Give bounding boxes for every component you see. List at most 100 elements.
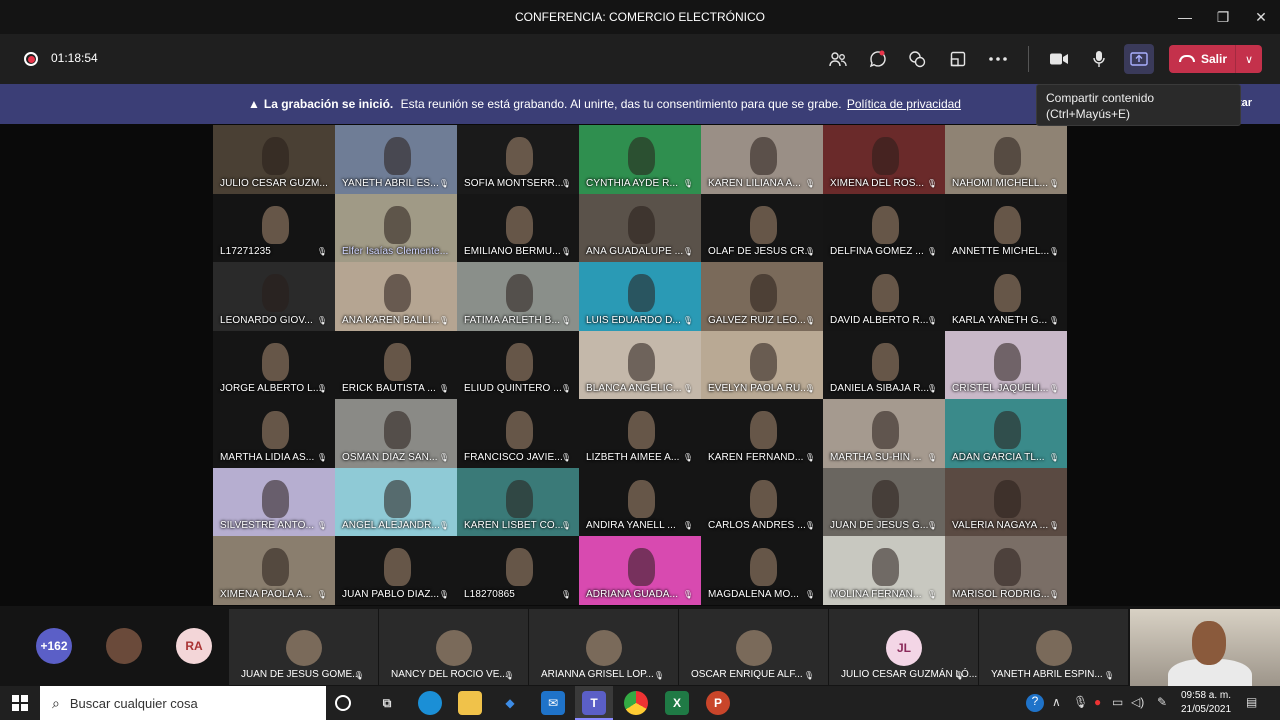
microphone-icon[interactable] [1087, 47, 1111, 71]
video-tile[interactable]: MARTHA SU-HIN ... 🎙 [823, 399, 945, 468]
participant-name: Elfer Isaías Clemente... [342, 246, 449, 257]
video-tile[interactable]: ANDIRA YANELL ... 🎙 [579, 467, 701, 536]
privacy-policy-link[interactable]: Política de privacidad [847, 97, 961, 111]
video-tile[interactable]: ANA GUADALUPE ... 🎙 [579, 193, 701, 262]
minimize-button[interactable]: — [1166, 0, 1204, 34]
video-tile[interactable]: EMILIANO BERMU... 🎙 [457, 193, 579, 262]
video-tile[interactable]: JULIO CESAR GUZM... [213, 125, 335, 194]
strip-participant-tile[interactable]: JUAN DE JESUS GOME... 🎙 [229, 609, 378, 685]
video-tile[interactable]: MARISOL RODRIG... 🎙 [945, 536, 1067, 605]
powerpoint-icon[interactable]: P [706, 691, 730, 715]
video-tile[interactable]: MOLINA FERNAN... 🎙 [823, 536, 945, 605]
windows-start-icon[interactable] [12, 695, 28, 711]
participant-name: CARLOS ANDRES ... [708, 520, 806, 531]
video-tile[interactable]: CRISTEL JAQUELI... 🎙 [945, 330, 1067, 399]
video-tile[interactable]: CARLOS ANDRES ... 🎙 [701, 467, 823, 536]
chat-icon[interactable] [866, 47, 890, 71]
participants-icon[interactable] [826, 47, 850, 71]
leave-button[interactable]: Salir ∨ [1169, 45, 1262, 73]
video-tile[interactable]: ELIUD QUINTERO ... 🎙 [457, 330, 579, 399]
video-tile[interactable]: OLAF DE JESUS CR... 🎙 [701, 193, 823, 262]
video-tile[interactable]: L18270865 🎙 [457, 536, 579, 605]
strip-participant-tile[interactable]: JL JULIO CESAR GUZMÁN LÓ... 🎙 [829, 609, 978, 685]
video-tile[interactable]: JUAN DE JESUS G... 🎙 [823, 467, 945, 536]
share-content-button[interactable] [1124, 44, 1154, 74]
help-icon[interactable]: ? [1026, 694, 1044, 712]
participant-name: CYNTHIA AYDE R... [586, 177, 679, 189]
video-tile[interactable]: XIMENA DEL ROS... 🎙 [823, 125, 945, 194]
avatar-ra[interactable]: RA [176, 628, 212, 664]
video-tile[interactable]: LEONARDO GIOV... 🎙 [213, 262, 335, 331]
leave-options-chevron-icon[interactable]: ∨ [1235, 45, 1262, 73]
video-tile[interactable]: ANGEL ALEJANDR... 🎙 [335, 467, 457, 536]
reactions-icon[interactable] [905, 47, 929, 71]
video-tile[interactable]: KARLA YANETH G... 🎙 [945, 262, 1067, 331]
video-tile[interactable]: CYNTHIA AYDE R... 🎙 [579, 125, 701, 194]
participant-video [749, 137, 777, 175]
participant-video [627, 479, 655, 518]
video-tile[interactable]: GALVEZ RUIZ LEO... 🎙 [701, 262, 823, 331]
video-tile[interactable]: JORGE ALBERTO L... 🎙 [213, 330, 335, 399]
strip-participant-tile[interactable]: YANETH ABRIL ESPIN... 🎙 [979, 609, 1128, 685]
maximize-button[interactable]: ❐ [1204, 0, 1242, 34]
video-tile[interactable]: BLANCA ANGELIC... 🎙 [579, 330, 701, 399]
video-tile[interactable]: YANETH ABRIL ES... 🎙 [335, 125, 457, 194]
video-tile[interactable]: EVELYN PAOLA RU... 🎙 [701, 330, 823, 399]
file-explorer-icon[interactable] [458, 691, 482, 715]
video-tile[interactable]: FATIMA ARLETH B... 🎙 [457, 262, 579, 331]
pen-icon[interactable]: ✎ [1157, 695, 1167, 709]
video-tile[interactable]: ADAN GARCIA TL... 🎙 [945, 399, 1067, 468]
avatar[interactable] [106, 628, 142, 664]
more-options-icon[interactable] [986, 47, 1010, 71]
mic-muted-icon: 🎙 [1048, 384, 1059, 393]
video-tile[interactable]: MAGDALENA MO... 🎙 [701, 536, 823, 605]
battery-icon[interactable]: ▭ [1112, 695, 1123, 709]
video-tile[interactable]: FRANCISCO JAVIE... 🎙 [457, 399, 579, 468]
video-tile[interactable]: ADRIANA GUADA... 🎙 [579, 536, 701, 605]
video-tile[interactable]: LUIS EDUARDO D... 🎙 [579, 262, 701, 331]
video-tile[interactable]: ANNETTE MICHEL... 🎙 [945, 193, 1067, 262]
video-tile[interactable]: DANIELA SIBAJA R... 🎙 [823, 330, 945, 399]
video-tile[interactable]: OSMAN DIAZ SAN... 🎙 [335, 399, 457, 468]
cortana-icon[interactable] [335, 695, 351, 711]
video-tile[interactable]: ANA KAREN BALLI... 🎙 [335, 262, 457, 331]
strip-participant-tile[interactable]: OSCAR ENRIQUE ALF... 🎙 [679, 609, 828, 685]
video-tile[interactable]: LIZBETH AIMEE A... 🎙 [579, 399, 701, 468]
camera-icon[interactable] [1047, 47, 1071, 71]
tray-mic-icon[interactable]: 🎙 [1073, 695, 1088, 709]
system-clock[interactable]: 09:58 a. m. 21/05/2021 [1176, 689, 1236, 717]
close-button[interactable]: ✕ [1242, 0, 1280, 34]
video-tile[interactable]: JUAN PABLO DIAZ... 🎙 [335, 536, 457, 605]
video-tile[interactable]: L17271235 🎙 [213, 193, 335, 262]
edge-icon[interactable] [418, 691, 442, 715]
dropbox-icon[interactable]: ◆ [498, 691, 522, 715]
notifications-icon[interactable]: ▤ [1246, 695, 1257, 709]
video-tile[interactable]: KAREN LILIANA A... 🎙 [701, 125, 823, 194]
video-tile[interactable]: SILVESTRE ANTO... 🎙 [213, 467, 335, 536]
tray-security-icon[interactable]: ● [1094, 695, 1101, 709]
video-tile[interactable]: Elfer Isaías Clemente... [335, 193, 457, 262]
video-tile[interactable]: MARTHA LIDIA AS... 🎙 [213, 399, 335, 468]
video-tile[interactable]: DELFINA GOMEZ ... 🎙 [823, 193, 945, 262]
video-tile[interactable]: KAREN FERNAND... 🎙 [701, 399, 823, 468]
task-view-icon[interactable]: ⧉ [375, 691, 399, 715]
mail-icon[interactable]: ✉ [541, 691, 565, 715]
video-tile[interactable]: VALERIA NAGAYA ... 🎙 [945, 467, 1067, 536]
video-tile[interactable]: DAVID ALBERTO R... 🎙 [823, 262, 945, 331]
mic-muted-icon: 🎙 [682, 589, 693, 599]
video-tile[interactable]: SOFIA MONTSERR... 🎙 [457, 125, 579, 194]
volume-icon[interactable]: ◁) [1131, 695, 1144, 709]
chrome-icon[interactable] [624, 691, 648, 715]
strip-participant-tile[interactable]: NANCY DEL ROCIO VE... 🎙 [379, 609, 528, 685]
strip-participant-tile[interactable]: ARIANNA GRISEL LOP... 🎙 [529, 609, 678, 685]
tray-chevron-icon[interactable]: ∧ [1052, 695, 1061, 709]
teams-icon[interactable]: T [582, 691, 606, 715]
video-tile[interactable]: ERICK BAUTISTA ... 🎙 [335, 330, 457, 399]
video-tile[interactable]: NAHOMI MICHELL... 🎙 [945, 125, 1067, 194]
excel-icon[interactable]: X [665, 691, 689, 715]
taskbar-search[interactable]: ⌕ Buscar cualquier cosa [40, 686, 326, 720]
overflow-participants-badge[interactable]: +162 [36, 628, 72, 664]
rooms-icon[interactable] [946, 47, 970, 71]
video-tile[interactable]: KAREN LISBET CO... 🎙 [457, 467, 579, 536]
video-tile[interactable]: XIMENA PAOLA A... 🎙 [213, 536, 335, 605]
